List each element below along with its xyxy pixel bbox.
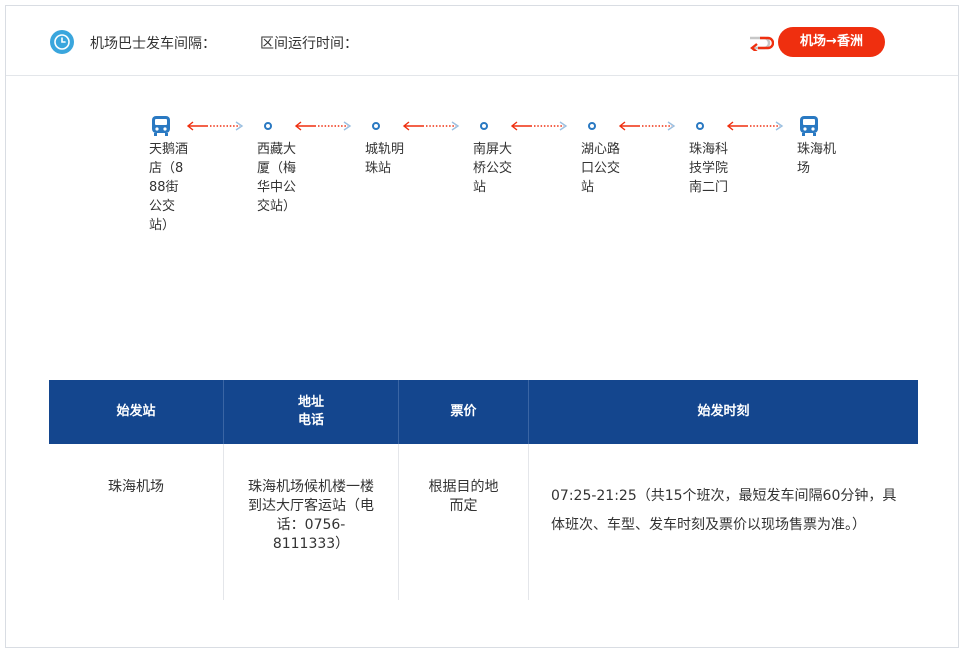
direction-toggle-button[interactable]: 机场→香洲 — [778, 27, 885, 57]
stop-name: 天鹅酒店（888街公交站） — [149, 142, 189, 233]
stop-name: 西藏大厦（梅华中公交站） — [257, 142, 297, 214]
route-arrow-icon — [402, 121, 460, 131]
route-arrow-icon — [186, 121, 244, 131]
column-header-address: 地址 电话 — [224, 380, 399, 444]
route-header: 机场巴士发车间隔： 区间运行时间： 机场→香洲 — [6, 6, 958, 76]
stop-dot-icon — [696, 122, 704, 130]
route-arrow-icon — [726, 121, 784, 131]
bus-icon — [149, 114, 173, 138]
stop-dot-icon — [588, 122, 596, 130]
cell-price: 根据目的地而定 — [399, 444, 529, 600]
bus-icon — [797, 114, 821, 138]
column-header-price: 票价 — [399, 380, 529, 444]
stop-dot-icon — [480, 122, 488, 130]
cell-schedule: 07:25-21:25（共15个班次，最短发车间隔60分钟，具体班次、车型、发车… — [551, 488, 897, 533]
cell-address: 珠海机场候机楼一楼到达大厅客运站（电话：0756-8111333） — [224, 444, 399, 600]
bus-route-panel: 机场巴士发车间隔： 区间运行时间： 机场→香洲 天鹅酒店（888街公交站） 西藏… — [5, 5, 959, 648]
column-header-departure: 始发时刻 — [697, 404, 750, 419]
stop-dot-icon — [264, 122, 272, 130]
route-arrow-icon — [294, 121, 352, 131]
stop-name: 珠海科技学院南二门 — [689, 142, 729, 195]
section-runtime-label: 区间运行时间： — [260, 36, 358, 52]
table-header: 始发站 地址 电话 票价 始发时刻 — [49, 380, 918, 444]
swap-icon[interactable] — [744, 35, 775, 53]
schedule-table: 始发站 地址 电话 票价 始发时刻 珠海机场 珠海机场候机楼一楼到达大厅客运站（… — [49, 380, 918, 600]
route-map: 天鹅酒店（888街公交站） 西藏大厦（梅华中公交站） 城轨明珠站 南屏大桥公交站… — [6, 114, 958, 364]
stop-name: 南屏大桥公交站 — [473, 142, 513, 195]
route-arrow-icon — [618, 121, 676, 131]
departure-interval-label: 机场巴士发车间隔： — [90, 36, 216, 52]
cell-origin: 珠海机场 — [49, 444, 224, 600]
route-arrow-icon — [510, 121, 568, 131]
stop-name: 城轨明珠站 — [365, 142, 405, 176]
clock-icon — [50, 30, 74, 54]
stop-dot-icon — [372, 122, 380, 130]
table-row: 珠海机场 珠海机场候机楼一楼到达大厅客运站（电话：0756-8111333） 根… — [49, 444, 918, 600]
stop-name: 珠海机场 — [797, 142, 837, 176]
column-header-origin: 始发站 — [49, 380, 224, 444]
stop-name: 湖心路口公交站 — [581, 142, 621, 195]
